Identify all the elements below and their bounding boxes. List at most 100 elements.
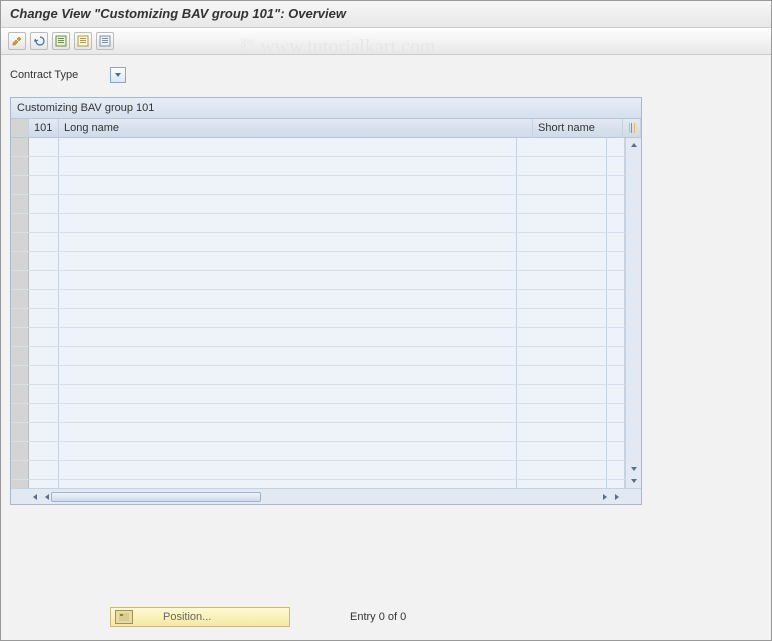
row-selector[interactable]: [11, 214, 29, 232]
cell-101[interactable]: [29, 195, 59, 213]
row-selector[interactable]: [11, 385, 29, 403]
cell-long-name[interactable]: [59, 138, 517, 156]
cell-short-name[interactable]: [517, 214, 607, 232]
cell-101[interactable]: [29, 271, 59, 289]
table-row[interactable]: [11, 461, 625, 480]
cell-short-name[interactable]: [517, 309, 607, 327]
contract-type-dropdown[interactable]: [110, 67, 126, 83]
cell-101[interactable]: [29, 480, 59, 488]
cell-long-name[interactable]: [59, 328, 517, 346]
scroll-left-end-icon[interactable]: [29, 491, 41, 503]
cell-long-name[interactable]: [59, 423, 517, 441]
column-long-name[interactable]: Long name: [59, 119, 533, 137]
column-short-name[interactable]: Short name: [533, 119, 623, 137]
position-button[interactable]: Position...: [110, 607, 290, 627]
cell-long-name[interactable]: [59, 233, 517, 251]
cell-101[interactable]: [29, 309, 59, 327]
table-row[interactable]: [11, 309, 625, 328]
row-selector[interactable]: [11, 138, 29, 156]
cell-short-name[interactable]: [517, 423, 607, 441]
table-row[interactable]: [11, 176, 625, 195]
cell-short-name[interactable]: [517, 461, 607, 479]
table-row[interactable]: [11, 195, 625, 214]
cell-short-name[interactable]: [517, 442, 607, 460]
cell-101[interactable]: [29, 290, 59, 308]
scroll-right-end-icon[interactable]: [611, 491, 623, 503]
scroll-left-icon[interactable]: [41, 491, 53, 503]
column-selector[interactable]: [11, 119, 29, 137]
table-row[interactable]: [11, 423, 625, 442]
row-selector[interactable]: [11, 252, 29, 270]
cell-long-name[interactable]: [59, 404, 517, 422]
table-row[interactable]: [11, 157, 625, 176]
cell-101[interactable]: [29, 423, 59, 441]
row-selector[interactable]: [11, 195, 29, 213]
row-selector[interactable]: [11, 290, 29, 308]
cell-short-name[interactable]: [517, 176, 607, 194]
cell-short-name[interactable]: [517, 385, 607, 403]
row-selector[interactable]: [11, 157, 29, 175]
cell-101[interactable]: [29, 366, 59, 384]
cell-short-name[interactable]: [517, 195, 607, 213]
row-selector[interactable]: [11, 423, 29, 441]
cell-101[interactable]: [29, 442, 59, 460]
table-row[interactable]: [11, 214, 625, 233]
cell-long-name[interactable]: [59, 442, 517, 460]
cell-long-name[interactable]: [59, 309, 517, 327]
row-selector[interactable]: [11, 480, 29, 488]
table-row[interactable]: [11, 480, 625, 488]
cell-long-name[interactable]: [59, 214, 517, 232]
cell-101[interactable]: [29, 328, 59, 346]
column-configure[interactable]: [623, 119, 641, 137]
vertical-scrollbar[interactable]: [625, 138, 641, 488]
cell-long-name[interactable]: [59, 385, 517, 403]
undo-button[interactable]: [30, 32, 48, 50]
row-selector[interactable]: [11, 271, 29, 289]
row-selector[interactable]: [11, 347, 29, 365]
cell-long-name[interactable]: [59, 461, 517, 479]
cell-101[interactable]: [29, 176, 59, 194]
cell-short-name[interactable]: [517, 271, 607, 289]
table-row[interactable]: [11, 271, 625, 290]
row-selector[interactable]: [11, 328, 29, 346]
toggle-display-change-button[interactable]: [8, 32, 26, 50]
cell-long-name[interactable]: [59, 195, 517, 213]
cell-short-name[interactable]: [517, 480, 607, 488]
cell-101[interactable]: [29, 138, 59, 156]
scroll-down-icon[interactable]: [629, 476, 639, 486]
cell-short-name[interactable]: [517, 347, 607, 365]
cell-short-name[interactable]: [517, 157, 607, 175]
row-selector[interactable]: [11, 461, 29, 479]
table-row[interactable]: [11, 328, 625, 347]
select-all-button[interactable]: [52, 32, 70, 50]
table-row[interactable]: [11, 404, 625, 423]
cell-101[interactable]: [29, 214, 59, 232]
row-selector[interactable]: [11, 233, 29, 251]
table-row[interactable]: [11, 385, 625, 404]
row-selector[interactable]: [11, 309, 29, 327]
cell-short-name[interactable]: [517, 233, 607, 251]
table-row[interactable]: [11, 442, 625, 461]
cell-101[interactable]: [29, 252, 59, 270]
table-row[interactable]: [11, 347, 625, 366]
cell-101[interactable]: [29, 461, 59, 479]
table-settings-button[interactable]: [96, 32, 114, 50]
row-selector[interactable]: [11, 404, 29, 422]
scrollbar-thumb[interactable]: [51, 492, 261, 502]
cell-short-name[interactable]: [517, 290, 607, 308]
scroll-down-icon[interactable]: [629, 464, 639, 474]
table-row[interactable]: [11, 290, 625, 309]
cell-101[interactable]: [29, 385, 59, 403]
scroll-right-icon[interactable]: [599, 491, 611, 503]
scroll-up-icon[interactable]: [629, 140, 639, 150]
cell-long-name[interactable]: [59, 271, 517, 289]
cell-101[interactable]: [29, 233, 59, 251]
cell-long-name[interactable]: [59, 176, 517, 194]
cell-101[interactable]: [29, 347, 59, 365]
table-row[interactable]: [11, 233, 625, 252]
cell-short-name[interactable]: [517, 252, 607, 270]
cell-long-name[interactable]: [59, 366, 517, 384]
cell-long-name[interactable]: [59, 252, 517, 270]
row-selector[interactable]: [11, 176, 29, 194]
cell-short-name[interactable]: [517, 404, 607, 422]
